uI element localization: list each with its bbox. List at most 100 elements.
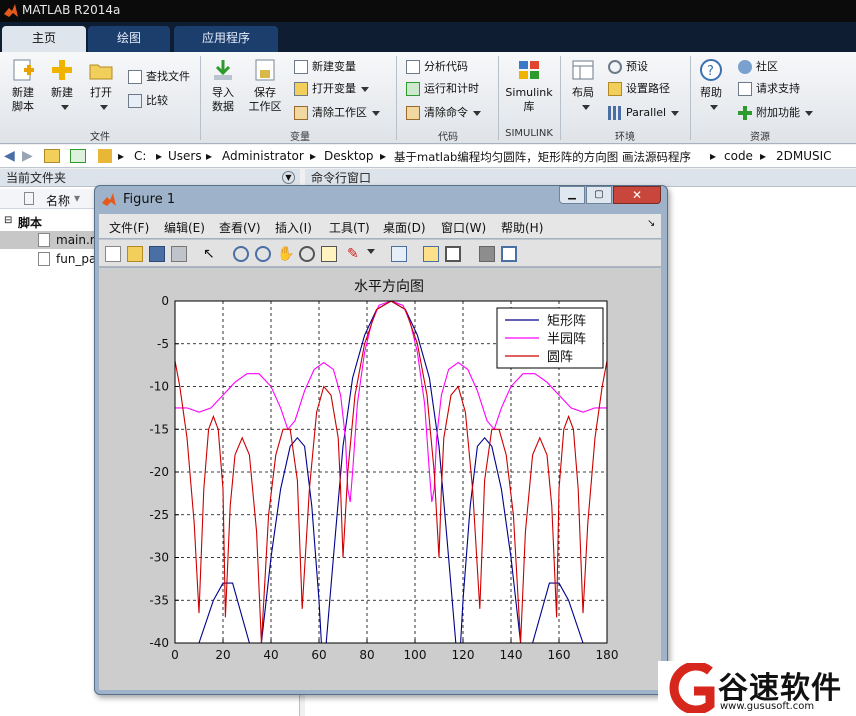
- help-button[interactable]: ? 帮助: [696, 58, 726, 114]
- chevron-down-icon: [671, 110, 680, 116]
- analyze-code-button[interactable]: 分析代码: [406, 58, 468, 76]
- panel-menu-icon[interactable]: ▼: [282, 171, 295, 184]
- new-button[interactable]: 新建: [46, 58, 78, 114]
- colorbar-icon[interactable]: [423, 246, 439, 262]
- tab-home[interactable]: 主页: [2, 26, 86, 52]
- browse-folder-icon[interactable]: [70, 149, 86, 163]
- brush-icon[interactable]: ✎: [347, 246, 363, 262]
- minimize-button[interactable]: ▁: [559, 186, 585, 204]
- legend-icon[interactable]: [445, 246, 461, 262]
- address-bar: ◀ ▶ ▸ C: ▸ Users ▸ Administrator ▸ Deskt…: [0, 145, 856, 168]
- group-label-environment: 环境: [615, 132, 635, 143]
- dock-arrow-icon[interactable]: ↘: [647, 218, 655, 229]
- community-button[interactable]: 社区: [738, 58, 778, 76]
- rotate-3d-icon[interactable]: [299, 246, 315, 262]
- preferences-button[interactable]: 预设: [608, 58, 648, 76]
- y-tick-label: -30: [149, 551, 169, 565]
- breadcrumb-item[interactable]: 2DMUSIC: [776, 149, 832, 163]
- x-tick-label: 100: [404, 648, 427, 662]
- menu-desktop[interactable]: 桌面(D): [383, 219, 426, 236]
- community-icon: [738, 60, 752, 74]
- open-file-icon[interactable]: [127, 246, 143, 262]
- data-cursor-icon[interactable]: [321, 246, 337, 262]
- breadcrumb-item[interactable]: code: [724, 149, 753, 163]
- new-figure-icon[interactable]: [105, 246, 121, 262]
- collapse-icon[interactable]: ⊟: [4, 215, 12, 226]
- breadcrumb-item[interactable]: C:: [134, 149, 146, 163]
- tab-plots[interactable]: 绘图: [88, 26, 170, 52]
- clear-commands-label: 清除命令: [424, 106, 468, 119]
- y-tick-label: -40: [149, 636, 169, 650]
- breadcrumb-item[interactable]: Users: [168, 149, 202, 163]
- mfile-icon: [38, 233, 50, 247]
- clear-workspace-button[interactable]: 清除工作区: [294, 104, 380, 122]
- gear-icon: [608, 60, 622, 74]
- group-label-code: 代码: [438, 132, 458, 143]
- legend[interactable]: 矩形阵半园阵圆阵: [496, 307, 604, 369]
- show-tools-icon[interactable]: [501, 246, 517, 262]
- link-plot-icon[interactable]: [391, 246, 407, 262]
- chevron-down-icon: [99, 104, 108, 110]
- save-workspace-button[interactable]: 保存 工作区: [246, 58, 284, 114]
- breadcrumb-item[interactable]: 基于matlab编程均匀圆阵，矩形阵的方向图 画法源码程序: [394, 149, 691, 165]
- x-tick-label: 60: [311, 648, 326, 662]
- analyze-code-icon: [406, 60, 420, 74]
- menu-help[interactable]: 帮助(H): [501, 219, 543, 236]
- column-header-name[interactable]: 名称: [46, 192, 70, 209]
- request-support-button[interactable]: 请求支持: [738, 80, 800, 98]
- close-button[interactable]: ✕: [613, 186, 661, 204]
- save-icon[interactable]: [149, 246, 165, 262]
- help-label: 帮助: [700, 86, 722, 99]
- new-script-label: 新建 脚本: [12, 86, 34, 113]
- breadcrumb-item[interactable]: Desktop: [324, 149, 374, 163]
- set-path-button[interactable]: 设置路径: [608, 80, 670, 98]
- menu-edit[interactable]: 编辑(E): [164, 219, 205, 236]
- print-icon[interactable]: [171, 246, 187, 262]
- find-files-button[interactable]: 查找文件: [128, 68, 190, 86]
- watermark: 谷速软件 www.gususoft.com: [658, 661, 856, 716]
- request-support-label: 请求支持: [756, 82, 800, 95]
- tab-apps[interactable]: 应用程序: [174, 26, 278, 52]
- forward-icon[interactable]: ▶: [22, 148, 33, 164]
- menu-view[interactable]: 查看(V): [219, 219, 261, 236]
- figure-toolbar: ↖ ✋ ✎: [99, 239, 661, 267]
- open-label: 打开: [90, 86, 112, 99]
- zoom-out-icon[interactable]: [255, 246, 271, 262]
- new-variable-button[interactable]: 新建变量: [294, 58, 356, 76]
- maximize-button[interactable]: ▢: [586, 186, 612, 204]
- open-button[interactable]: 打开: [84, 58, 118, 114]
- menu-tools[interactable]: 工具(T): [329, 219, 370, 236]
- section-scripts: 脚本: [18, 216, 43, 230]
- group-label-variable: 变量: [290, 132, 310, 143]
- new-plus-icon: [52, 60, 72, 80]
- pan-hand-icon[interactable]: ✋: [277, 246, 294, 262]
- menu-window[interactable]: 窗口(W): [441, 219, 486, 236]
- import-data-button[interactable]: 导入 数据: [206, 58, 240, 114]
- simulink-library-button[interactable]: Simulink 库: [504, 58, 554, 114]
- set-path-label: 设置路径: [626, 82, 670, 95]
- chevron-down-icon[interactable]: [367, 249, 375, 254]
- hide-tools-icon[interactable]: [479, 246, 495, 262]
- up-folder-icon[interactable]: [44, 149, 60, 163]
- compare-icon: [128, 94, 142, 108]
- pointer-icon[interactable]: ↖: [203, 246, 219, 262]
- compare-button[interactable]: 比较: [128, 92, 168, 110]
- parallel-button[interactable]: Parallel: [608, 104, 680, 122]
- clear-commands-button[interactable]: 清除命令: [406, 104, 481, 122]
- open-variable-button[interactable]: 打开变量: [294, 80, 369, 98]
- menu-insert[interactable]: 插入(I): [275, 219, 312, 236]
- layout-button[interactable]: 布局: [566, 58, 600, 114]
- ribbon-divider: [200, 56, 201, 140]
- ribbon-divider: [560, 56, 561, 140]
- addons-button[interactable]: 附加功能: [738, 104, 813, 122]
- menu-file[interactable]: 文件(F): [109, 219, 149, 236]
- radiation-pattern-chart: 水平方向图 0 20 40 60 80 100 120 140 160 180 0 -5 -10 -15 -…: [149, 279, 618, 662]
- legend-label: 矩形阵: [547, 314, 586, 329]
- new-script-button[interactable]: 新建 脚本: [6, 58, 40, 114]
- zoom-in-icon[interactable]: [233, 246, 249, 262]
- x-tick-label: 140: [500, 648, 523, 662]
- breadcrumb-item[interactable]: Administrator: [222, 149, 304, 163]
- chevron-down-icon: [473, 110, 481, 116]
- run-and-time-button[interactable]: 运行和计时: [406, 80, 479, 98]
- back-icon[interactable]: ◀: [4, 148, 15, 164]
